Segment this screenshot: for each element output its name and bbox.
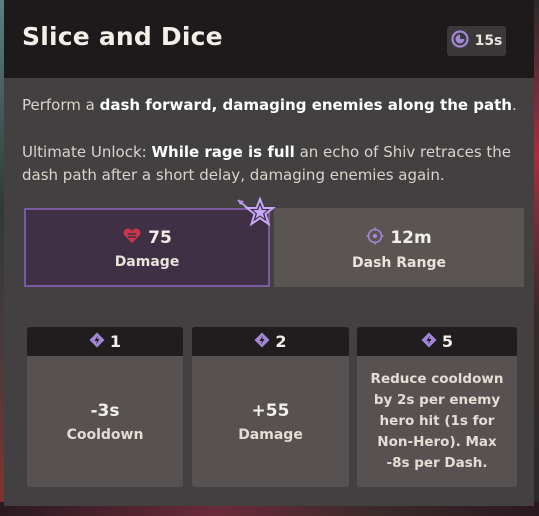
- upgrade-header: 2: [192, 327, 349, 356]
- stat-dash-range[interactable]: 12m Dash Range: [274, 208, 524, 287]
- damage-label: Damage: [114, 253, 180, 270]
- upgrade-header: 5: [357, 327, 517, 356]
- upgrade-tier: 1: [109, 332, 122, 351]
- upgrade-tier: 5: [441, 332, 454, 351]
- damage-value: 75: [148, 227, 172, 248]
- crosshair-icon: [366, 227, 384, 249]
- ultimate-star-icon: [236, 196, 276, 234]
- upgrade-label: Damage: [238, 426, 303, 443]
- bolt-icon: [254, 332, 270, 352]
- upgrade-header: 1: [27, 327, 183, 356]
- upgrade-description: Reduce cooldown by 2s per enemy hero hit…: [370, 371, 504, 471]
- stat-damage[interactable]: 75 Damage: [24, 208, 270, 287]
- tooltip-header: Slice and Dice 15s: [4, 0, 534, 78]
- upgrade-value: -3s: [90, 400, 120, 421]
- description-ultimate-unlock: Ultimate Unlock: While rage is full an e…: [22, 143, 512, 184]
- upgrade-label: Cooldown: [66, 426, 144, 443]
- cooldown-value: 15s: [474, 33, 503, 49]
- heart-icon: [122, 228, 142, 248]
- range-value: 12m: [390, 227, 432, 248]
- upgrade-tier-1[interactable]: 1 -3s Cooldown: [27, 327, 183, 487]
- upgrade-value: +55: [251, 400, 290, 421]
- description-line-1: Perform a dash forward, damaging enemies…: [22, 96, 517, 114]
- bolt-icon: [421, 332, 437, 352]
- cooldown-badge: 15s: [447, 26, 506, 56]
- upgrade-tier-5[interactable]: 5 Reduce cooldown by 2s per enemy hero h…: [357, 327, 517, 487]
- ability-tooltip: Slice and Dice 15s Perform a dash forwar…: [4, 0, 534, 506]
- bolt-icon: [89, 332, 105, 352]
- range-label: Dash Range: [352, 254, 446, 271]
- upgrade-tier-2[interactable]: 2 +55 Damage: [192, 327, 349, 487]
- ability-title: Slice and Dice: [22, 22, 223, 51]
- upgrade-tier: 2: [275, 332, 287, 351]
- cooldown-icon: [450, 30, 469, 52]
